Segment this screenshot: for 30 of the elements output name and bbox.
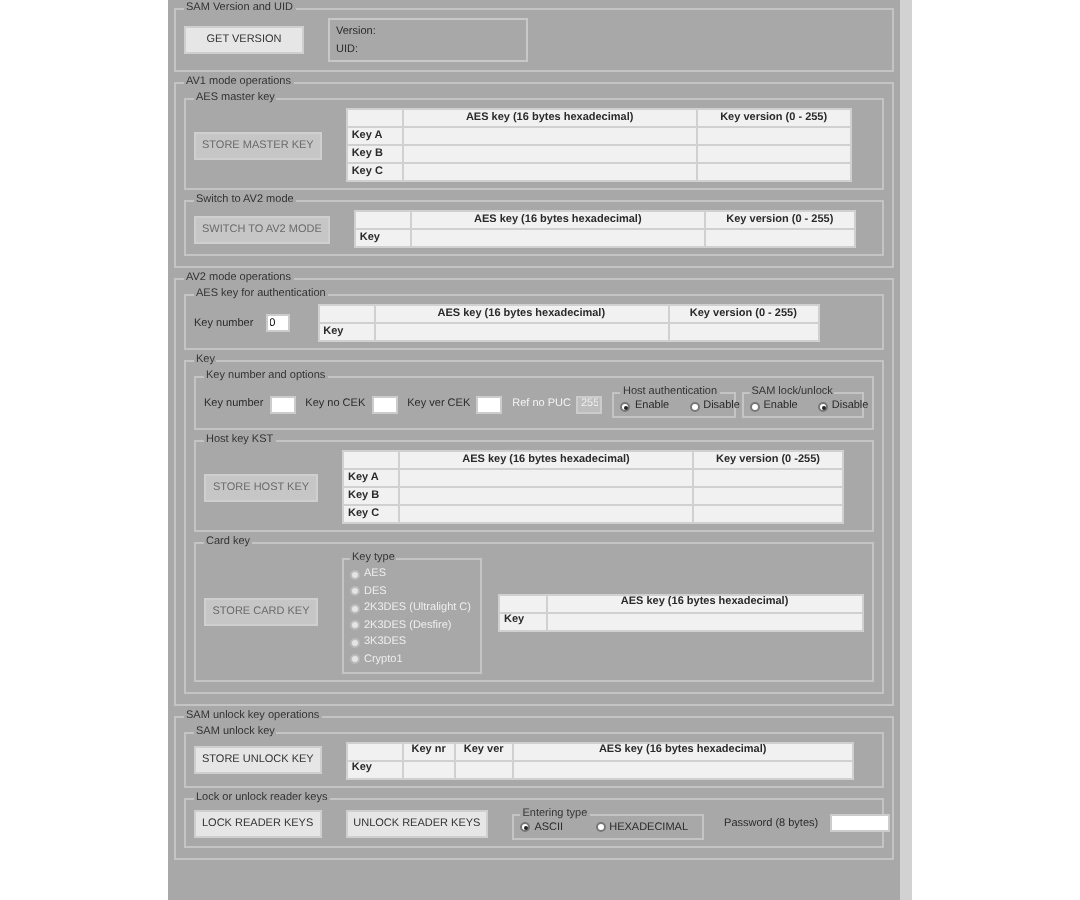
number-field[interactable] xyxy=(269,395,296,413)
table-cell[interactable] xyxy=(399,505,693,523)
radio-button[interactable] xyxy=(689,401,700,411)
table-cell[interactable] xyxy=(402,127,697,145)
radio-button[interactable] xyxy=(620,401,631,411)
table-cell[interactable] xyxy=(454,760,513,778)
table-cell[interactable] xyxy=(696,127,851,145)
radio-button[interactable] xyxy=(520,822,531,832)
radio-button[interactable] xyxy=(749,401,760,411)
table-cell[interactable] xyxy=(693,487,843,505)
table-cell[interactable] xyxy=(402,760,455,778)
table-cell[interactable] xyxy=(693,505,843,523)
radio-button[interactable] xyxy=(595,822,606,832)
table-cell[interactable] xyxy=(399,469,693,487)
table-cell[interactable] xyxy=(402,163,697,181)
password-field[interactable] xyxy=(830,814,891,832)
table-cell[interactable] xyxy=(399,487,693,505)
table-cell[interactable] xyxy=(512,760,853,778)
table-cell[interactable] xyxy=(696,163,851,181)
number-field[interactable] xyxy=(476,395,503,413)
radio-button[interactable] xyxy=(817,401,828,411)
number-field[interactable] xyxy=(371,395,398,413)
table-cell[interactable] xyxy=(668,323,819,341)
table-cell[interactable] xyxy=(704,229,855,247)
table-cell[interactable] xyxy=(696,145,851,163)
table-cell[interactable] xyxy=(546,612,863,631)
table-cell[interactable] xyxy=(410,229,705,247)
table-cell[interactable] xyxy=(374,323,669,341)
table-cell[interactable] xyxy=(693,469,843,487)
table-cell[interactable] xyxy=(402,145,697,163)
